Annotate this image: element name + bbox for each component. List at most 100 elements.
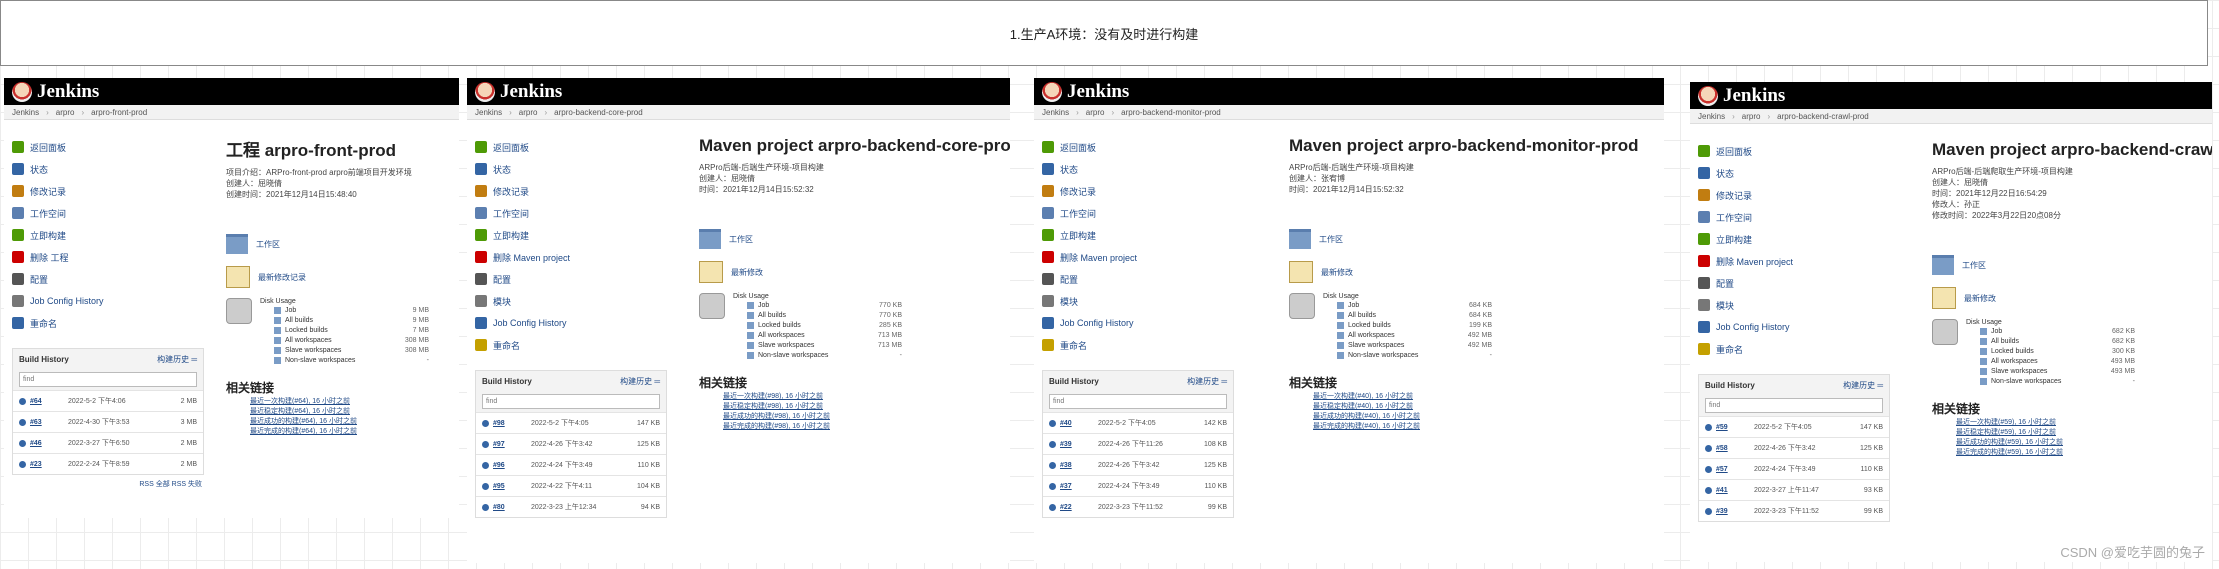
sidebar-item[interactable]: Job Config History: [475, 312, 665, 334]
sidebar-item[interactable]: 修改记录: [12, 180, 202, 202]
build-number[interactable]: #97: [493, 441, 531, 448]
related-link[interactable]: 最近成功的构建(#64), 16 小时之前: [250, 416, 429, 426]
build-number[interactable]: #96: [493, 462, 531, 469]
build-number[interactable]: #46: [30, 440, 68, 447]
related-link[interactable]: 最近完成的构建(#40), 16 小时之前: [1313, 421, 1638, 431]
sidebar-item[interactable]: 工作空间: [1042, 202, 1232, 224]
build-number[interactable]: #95: [493, 483, 531, 490]
build-number[interactable]: #98: [493, 420, 531, 427]
sidebar-item[interactable]: 状态: [12, 158, 202, 180]
sidebar-item[interactable]: 修改记录: [475, 180, 665, 202]
breadcrumb-item[interactable]: arpro: [519, 108, 538, 117]
sidebar-item[interactable]: Job Config History: [1042, 312, 1232, 334]
build-row[interactable]: #97 2022-4-26 下午3:42 125 KB: [476, 433, 666, 454]
build-trend-link[interactable]: 构建历史 ═: [620, 376, 660, 387]
breadcrumb-item[interactable]: Jenkins: [1698, 112, 1725, 121]
build-row[interactable]: #23 2022-2-24 下午8:59 2 MB: [13, 453, 203, 474]
build-number[interactable]: #37: [1060, 483, 1098, 490]
build-number[interactable]: #57: [1716, 466, 1754, 473]
build-search-input[interactable]: find: [1049, 394, 1227, 409]
sidebar-item[interactable]: 重命名: [1042, 334, 1232, 356]
sidebar-item[interactable]: 删除 Maven project: [1042, 246, 1232, 268]
sidebar-item[interactable]: 返回面板: [475, 136, 665, 158]
build-number[interactable]: #38: [1060, 462, 1098, 469]
breadcrumb-item[interactable]: arpro-front-prod: [91, 108, 147, 117]
build-row[interactable]: #80 2022-3-23 上午12:34 94 KB: [476, 496, 666, 517]
breadcrumb-item[interactable]: arpro: [1742, 112, 1761, 121]
related-link[interactable]: 最近完成的构建(#64), 16 小时之前: [250, 426, 429, 436]
sidebar-item[interactable]: 配置: [12, 268, 202, 290]
build-number[interactable]: #63: [30, 419, 68, 426]
related-link[interactable]: 最近稳定构建(#64), 16 小时之前: [250, 406, 429, 416]
sidebar-item[interactable]: 配置: [475, 268, 665, 290]
related-link[interactable]: 最近稳定构建(#40), 16 小时之前: [1313, 401, 1638, 411]
sidebar-item[interactable]: 配置: [1042, 268, 1232, 290]
breadcrumb-item[interactable]: arpro-backend-crawl-prod: [1777, 112, 1869, 121]
build-row[interactable]: #57 2022-4-24 下午3:49 110 KB: [1699, 458, 1889, 479]
sidebar-item[interactable]: 工作空间: [1698, 206, 1888, 228]
sidebar-item[interactable]: 状态: [1698, 162, 1888, 184]
build-number[interactable]: #59: [1716, 424, 1754, 431]
workspace-link[interactable]: 工作区: [1289, 229, 1638, 249]
build-row[interactable]: #95 2022-4-22 下午4:11 104 KB: [476, 475, 666, 496]
sidebar-item[interactable]: 配置: [1698, 272, 1888, 294]
changes-link[interactable]: 最新修改: [699, 261, 1010, 283]
sidebar-item[interactable]: 状态: [475, 158, 665, 180]
build-number[interactable]: #58: [1716, 445, 1754, 452]
related-link[interactable]: 最近完成的构建(#59), 16 小时之前: [1956, 447, 2212, 457]
related-link[interactable]: 最近一次构建(#98), 16 小时之前: [723, 391, 1010, 401]
breadcrumb-item[interactable]: arpro: [1086, 108, 1105, 117]
changes-link[interactable]: 最新修改: [1289, 261, 1638, 283]
sidebar-item[interactable]: 重命名: [12, 312, 202, 334]
sidebar-item[interactable]: 立即构建: [1698, 228, 1888, 250]
build-trend-link[interactable]: 构建历史 ═: [1187, 376, 1227, 387]
workspace-link[interactable]: 工作区: [1932, 255, 2212, 275]
rss-links[interactable]: RSS 全部 RSS 失败: [12, 479, 202, 489]
build-row[interactable]: #96 2022-4-24 下午3:49 110 KB: [476, 454, 666, 475]
build-row[interactable]: #64 2022-5-2 下午4:06 2 MB: [13, 390, 203, 411]
sidebar-item[interactable]: 模块: [1698, 294, 1888, 316]
related-link[interactable]: 最近成功的构建(#98), 16 小时之前: [723, 411, 1010, 421]
related-link[interactable]: 最近成功的构建(#59), 16 小时之前: [1956, 437, 2212, 447]
sidebar-item[interactable]: 工作空间: [475, 202, 665, 224]
workspace-link[interactable]: 工作区: [699, 229, 1010, 249]
changes-link[interactable]: 最新修改: [1932, 287, 2212, 309]
sidebar-item[interactable]: 模块: [1042, 290, 1232, 312]
build-row[interactable]: #63 2022-4-30 下午3:53 3 MB: [13, 411, 203, 432]
breadcrumb-item[interactable]: arpro-backend-core-prod: [554, 108, 643, 117]
sidebar-item[interactable]: 立即构建: [1042, 224, 1232, 246]
related-link[interactable]: 最近一次构建(#59), 16 小时之前: [1956, 417, 2212, 427]
sidebar-item[interactable]: 重命名: [475, 334, 665, 356]
build-trend-link[interactable]: 构建历史 ═: [1843, 380, 1883, 391]
sidebar-item[interactable]: 状态: [1042, 158, 1232, 180]
sidebar-item[interactable]: 立即构建: [475, 224, 665, 246]
build-row[interactable]: #40 2022-5-2 下午4:05 142 KB: [1043, 412, 1233, 433]
breadcrumb-item[interactable]: arpro-backend-monitor-prod: [1121, 108, 1221, 117]
build-search-input[interactable]: find: [19, 372, 197, 387]
related-link[interactable]: 最近一次构建(#64), 16 小时之前: [250, 396, 429, 406]
build-number[interactable]: #41: [1716, 487, 1754, 494]
breadcrumb-item[interactable]: arpro: [56, 108, 75, 117]
sidebar-item[interactable]: Job Config History: [1698, 316, 1888, 338]
sidebar-item[interactable]: 修改记录: [1698, 184, 1888, 206]
workspace-link[interactable]: 工作区: [226, 234, 429, 254]
related-link[interactable]: 最近成功的构建(#40), 16 小时之前: [1313, 411, 1638, 421]
related-link[interactable]: 最近完成的构建(#98), 16 小时之前: [723, 421, 1010, 431]
build-row[interactable]: #58 2022-4-26 下午3:42 125 KB: [1699, 437, 1889, 458]
build-number[interactable]: #64: [30, 398, 68, 405]
sidebar-item[interactable]: 工作空间: [12, 202, 202, 224]
build-row[interactable]: #22 2022-3-23 下午11:52 99 KB: [1043, 496, 1233, 517]
build-number[interactable]: #22: [1060, 504, 1098, 511]
jenkins-brand[interactable]: Jenkins: [1723, 85, 1785, 107]
related-link[interactable]: 最近稳定构建(#59), 16 小时之前: [1956, 427, 2212, 437]
build-row[interactable]: #98 2022-5-2 下午4:05 147 KB: [476, 412, 666, 433]
build-number[interactable]: #39: [1060, 441, 1098, 448]
build-search-input[interactable]: find: [482, 394, 660, 409]
build-search-input[interactable]: find: [1705, 398, 1883, 413]
breadcrumb-item[interactable]: Jenkins: [12, 108, 39, 117]
sidebar-item[interactable]: 删除 Maven project: [1698, 250, 1888, 272]
sidebar-item[interactable]: 返回面板: [1042, 136, 1232, 158]
build-row[interactable]: #39 2022-3-23 下午11:52 99 KB: [1699, 500, 1889, 521]
sidebar-item[interactable]: 删除 工程: [12, 246, 202, 268]
jenkins-brand[interactable]: Jenkins: [1067, 81, 1129, 103]
